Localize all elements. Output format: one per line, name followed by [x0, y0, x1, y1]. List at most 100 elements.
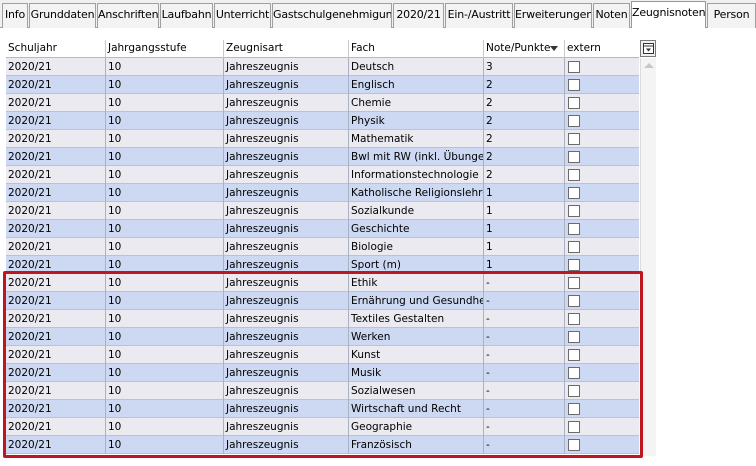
cell-note: -: [484, 418, 565, 436]
table-row[interactable]: 2020/21 10 Jahreszeugnis Musik -: [6, 364, 639, 382]
table-row[interactable]: 2020/21 10 Jahreszeugnis Geographie -: [6, 418, 639, 436]
extern-checkbox[interactable]: [568, 241, 580, 253]
extern-checkbox[interactable]: [568, 313, 580, 325]
scroll-up-icon[interactable]: [644, 63, 654, 68]
cell-art: Jahreszeugnis: [224, 256, 349, 274]
table-row[interactable]: 2020/21 10 Jahreszeugnis Informationstechno…: [6, 166, 639, 184]
cell-art: Jahreszeugnis: [224, 382, 349, 400]
extern-checkbox[interactable]: [568, 97, 580, 109]
extern-checkbox[interactable]: [568, 151, 580, 163]
tab-gastschulgenehmigung[interactable]: Gastschulgenehmigung: [272, 3, 392, 28]
extern-checkbox[interactable]: [568, 385, 580, 397]
cell-stufe: 10: [106, 418, 224, 436]
extern-checkbox[interactable]: [568, 187, 580, 199]
cell-note: -: [484, 328, 565, 346]
table-row[interactable]: 2020/21 10 Jahreszeugnis Mathematik 2: [6, 130, 639, 148]
cell-art: Jahreszeugnis: [224, 328, 349, 346]
table-row[interactable]: 2020/21 10 Jahreszeugnis Katholische Religi…: [6, 184, 639, 202]
header-extern[interactable]: extern: [565, 40, 639, 58]
tab-grunddaten[interactable]: Grunddaten: [29, 3, 96, 28]
header-schuljahr[interactable]: Schuljahr: [6, 40, 106, 58]
cell-art: Jahreszeugnis: [224, 310, 349, 328]
table-row[interactable]: 2020/21 10 Jahreszeugnis Biologie 1: [6, 238, 639, 256]
cell-art: Jahreszeugnis: [224, 130, 349, 148]
cell-art: Jahreszeugnis: [224, 166, 349, 184]
cell-art: Jahreszeugnis: [224, 292, 349, 310]
extern-checkbox[interactable]: [568, 277, 580, 289]
extern-checkbox[interactable]: [568, 349, 580, 361]
cell-art: Jahreszeugnis: [224, 184, 349, 202]
cell-fach: Französisch: [349, 436, 484, 454]
cell-extern: [565, 148, 639, 166]
tab-ein-austritt[interactable]: Ein-/Austritt: [445, 3, 513, 28]
cell-schuljahr: 2020/21: [6, 220, 106, 238]
extern-checkbox[interactable]: [568, 133, 580, 145]
cell-fach: Sozialwesen: [349, 382, 484, 400]
extern-checkbox[interactable]: [568, 403, 580, 415]
table-row[interactable]: 2020/21 10 Jahreszeugnis Werken -: [6, 328, 639, 346]
extern-checkbox[interactable]: [568, 79, 580, 91]
extern-checkbox[interactable]: [568, 205, 580, 217]
header-jahrgangsstufe[interactable]: Jahrgangsstufe: [106, 40, 224, 58]
table-row[interactable]: 2020/21 10 Jahreszeugnis Ethik -: [6, 274, 639, 292]
cell-schuljahr: 2020/21: [6, 310, 106, 328]
cell-art: Jahreszeugnis: [224, 418, 349, 436]
cell-schuljahr: 2020/21: [6, 346, 106, 364]
table-row[interactable]: 2020/21 10 Jahreszeugnis Englisch 2: [6, 76, 639, 94]
cell-schuljahr: 2020/21: [6, 274, 106, 292]
extern-checkbox[interactable]: [568, 223, 580, 235]
cell-fach: Deutsch: [349, 58, 484, 76]
extern-checkbox[interactable]: [568, 439, 580, 451]
tab-noten[interactable]: Noten: [593, 3, 630, 28]
extern-checkbox[interactable]: [568, 259, 580, 271]
cell-extern: [565, 292, 639, 310]
table-row[interactable]: 2020/21 10 Jahreszeugnis Französisch -: [6, 436, 639, 454]
cell-stufe: 10: [106, 130, 224, 148]
tab-2020-21[interactable]: 2020/21: [393, 3, 444, 28]
column-chooser-button[interactable]: [640, 40, 656, 57]
cell-extern: [565, 418, 639, 436]
extern-checkbox[interactable]: [568, 367, 580, 379]
cell-schuljahr: 2020/21: [6, 292, 106, 310]
table-row[interactable]: 2020/21 10 Jahreszeugnis Physik 2: [6, 112, 639, 130]
tab-unterricht[interactable]: Unterricht: [214, 3, 271, 28]
table-row[interactable]: 2020/21 10 Jahreszeugnis Deutsch 3: [6, 58, 639, 76]
header-fach[interactable]: Fach: [349, 40, 484, 58]
extern-checkbox[interactable]: [568, 169, 580, 181]
tab-person[interactable]: Person: [707, 3, 756, 28]
cell-schuljahr: 2020/21: [6, 256, 106, 274]
extern-checkbox[interactable]: [568, 295, 580, 307]
table-row[interactable]: 2020/21 10 Jahreszeugnis Kunst -: [6, 346, 639, 364]
cell-note: 2: [484, 130, 565, 148]
extern-checkbox[interactable]: [568, 421, 580, 433]
table-row[interactable]: 2020/21 10 Jahreszeugnis Textiles Gestalten…: [6, 310, 639, 328]
cell-stufe: 10: [106, 112, 224, 130]
cell-art: Jahreszeugnis: [224, 58, 349, 76]
tab-info[interactable]: Info: [2, 3, 28, 28]
tab-erweiterungen[interactable]: Erweiterungen: [514, 3, 592, 28]
column-chooser-icon: [643, 43, 654, 54]
header-zeugnisart[interactable]: Zeugnisart: [224, 40, 349, 58]
cell-note: 1: [484, 256, 565, 274]
cell-fach: Textiles Gestalten: [349, 310, 484, 328]
table-row[interactable]: 2020/21 10 Jahreszeugnis Chemie 2: [6, 94, 639, 112]
header-note-punkte[interactable]: Note/Punkte: [484, 40, 565, 58]
extern-checkbox[interactable]: [568, 331, 580, 343]
table-row[interactable]: 2020/21 10 Jahreszeugnis Sozialwesen -: [6, 382, 639, 400]
tab-zeugnisnoten[interactable]: Zeugnisnoten: [631, 1, 706, 29]
table-row[interactable]: 2020/21 10 Jahreszeugnis Geschichte 1: [6, 220, 639, 238]
cell-fach: Geschichte: [349, 220, 484, 238]
tab-anschriften[interactable]: Anschriften: [97, 3, 159, 28]
cell-note: 2: [484, 76, 565, 94]
table-row[interactable]: 2020/21 10 Jahreszeugnis Sport (m) 1: [6, 256, 639, 274]
vertical-scrollbar[interactable]: [640, 58, 656, 456]
tab-laufbahn[interactable]: Laufbahn: [160, 3, 213, 28]
table-row[interactable]: 2020/21 10 Jahreszeugnis Sozialkunde 1: [6, 202, 639, 220]
cell-schuljahr: 2020/21: [6, 130, 106, 148]
cell-extern: [565, 112, 639, 130]
table-row[interactable]: 2020/21 10 Jahreszeugnis Bwl mit RW (inkl. …: [6, 148, 639, 166]
table-row[interactable]: 2020/21 10 Jahreszeugnis Wirtschaft und Rec…: [6, 400, 639, 418]
extern-checkbox[interactable]: [568, 61, 580, 73]
table-row[interactable]: 2020/21 10 Jahreszeugnis Ernährung und Gesu…: [6, 292, 639, 310]
extern-checkbox[interactable]: [568, 115, 580, 127]
